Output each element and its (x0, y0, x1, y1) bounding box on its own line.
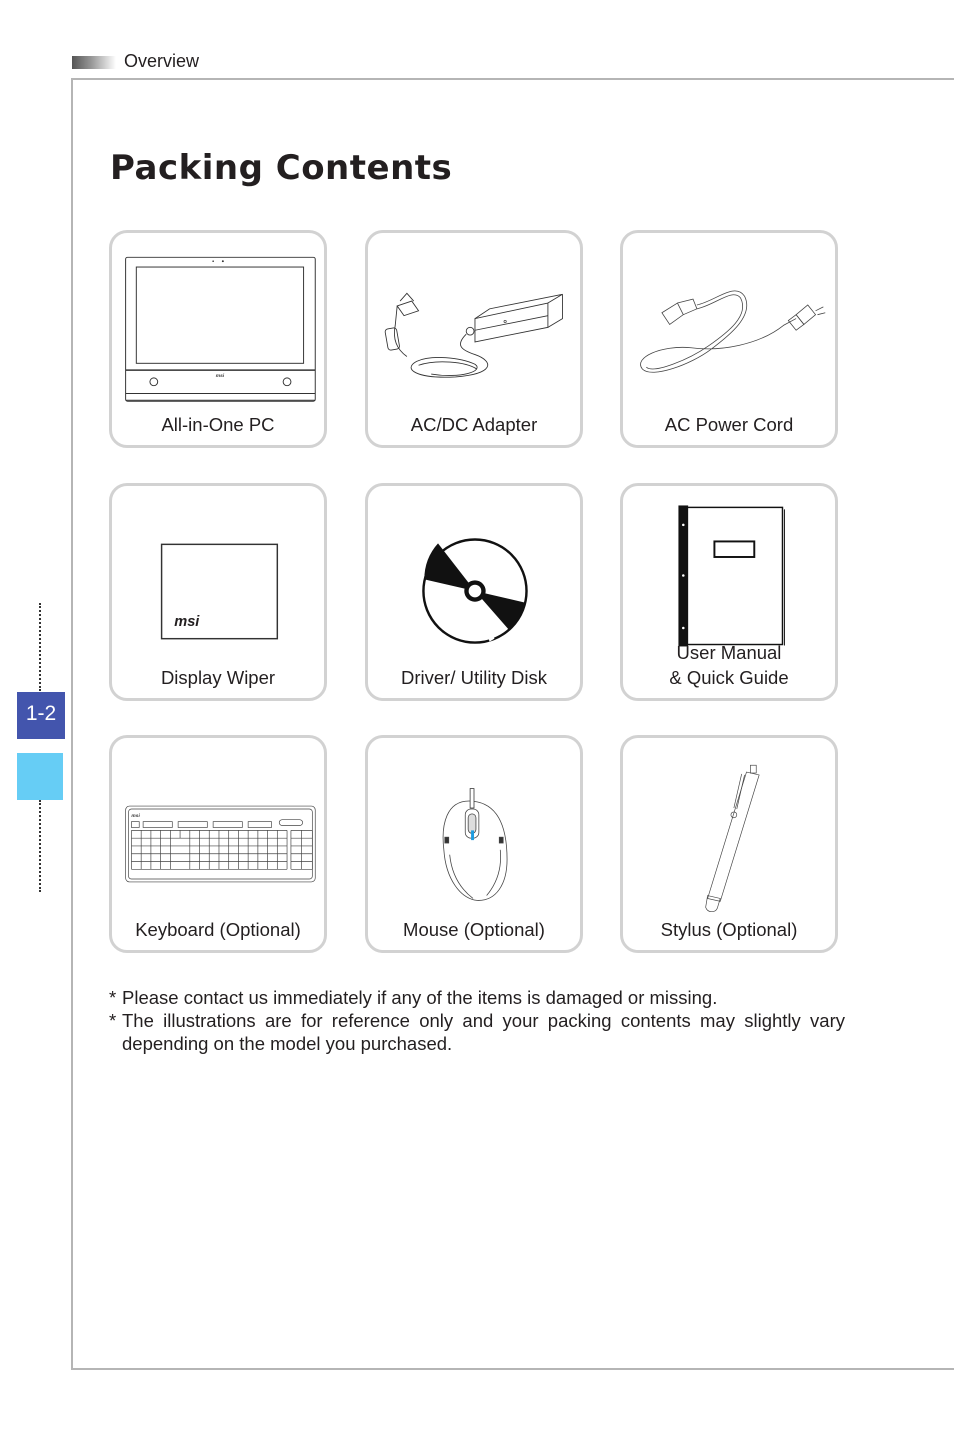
item-card-ac-dc-adapter: AC/DC Adapter (365, 230, 583, 448)
item-label: Keyboard (Optional) (135, 919, 301, 940)
side-dotted-line-bottom (39, 800, 41, 892)
item-card-keyboard: msi Keyboard (Optional) (109, 735, 327, 953)
item-card-display-wiper: msi Display Wiper (109, 483, 327, 701)
section-title: Overview (124, 51, 200, 71)
note-text: Please contact us immediately if any of … (122, 987, 718, 1008)
item-label: User Manual & Quick Guide (623, 640, 835, 690)
item-label-line2: & Quick Guide (669, 667, 789, 688)
header-gradient-bar (72, 56, 116, 69)
item-label: Display Wiper (160, 667, 276, 688)
notes: * Please contact us immediately if any o… (109, 986, 845, 1055)
note-marker: * (109, 987, 117, 1008)
note-marker: * (109, 1010, 117, 1031)
item-label: All-in-One PC (161, 414, 275, 435)
svg-text:msi: msi (131, 813, 140, 819)
side-dotted-line-top (39, 603, 41, 691)
item-card-driver-utility-disk: Driver/ Utility Disk (365, 483, 583, 701)
item-label: AC Power Cord (664, 414, 794, 435)
item-card-mouse: Mouse (Optional) (365, 735, 583, 953)
note-damaged-missing: * Please contact us immediately if any o… (109, 986, 845, 1009)
item-card-all-in-one-pc: msi All-in-One PC (109, 230, 327, 448)
item-label: AC/DC Adapter (410, 414, 538, 435)
svg-text:msi: msi (216, 373, 225, 379)
page-number-tab: 1-2 (17, 692, 65, 739)
item-card-ac-power-cord: AC Power Cord (620, 230, 838, 448)
item-label: Stylus (Optional) (660, 919, 798, 940)
note-illustrations-reference: * The illustrations are for reference on… (109, 1009, 845, 1055)
page-title: Packing Contents (110, 148, 453, 188)
note-text: The illustrations are for reference only… (122, 1010, 845, 1054)
item-card-stylus: Stylus (Optional) (620, 735, 838, 953)
item-card-user-manual: User Manual & Quick Guide (620, 483, 838, 701)
page-tab-accent (17, 753, 63, 800)
item-label: Driver/ Utility Disk (401, 667, 547, 688)
item-label-line1: User Manual (676, 642, 782, 663)
svg-text:msi: msi (174, 614, 200, 630)
item-label: Mouse (Optional) (403, 919, 545, 940)
